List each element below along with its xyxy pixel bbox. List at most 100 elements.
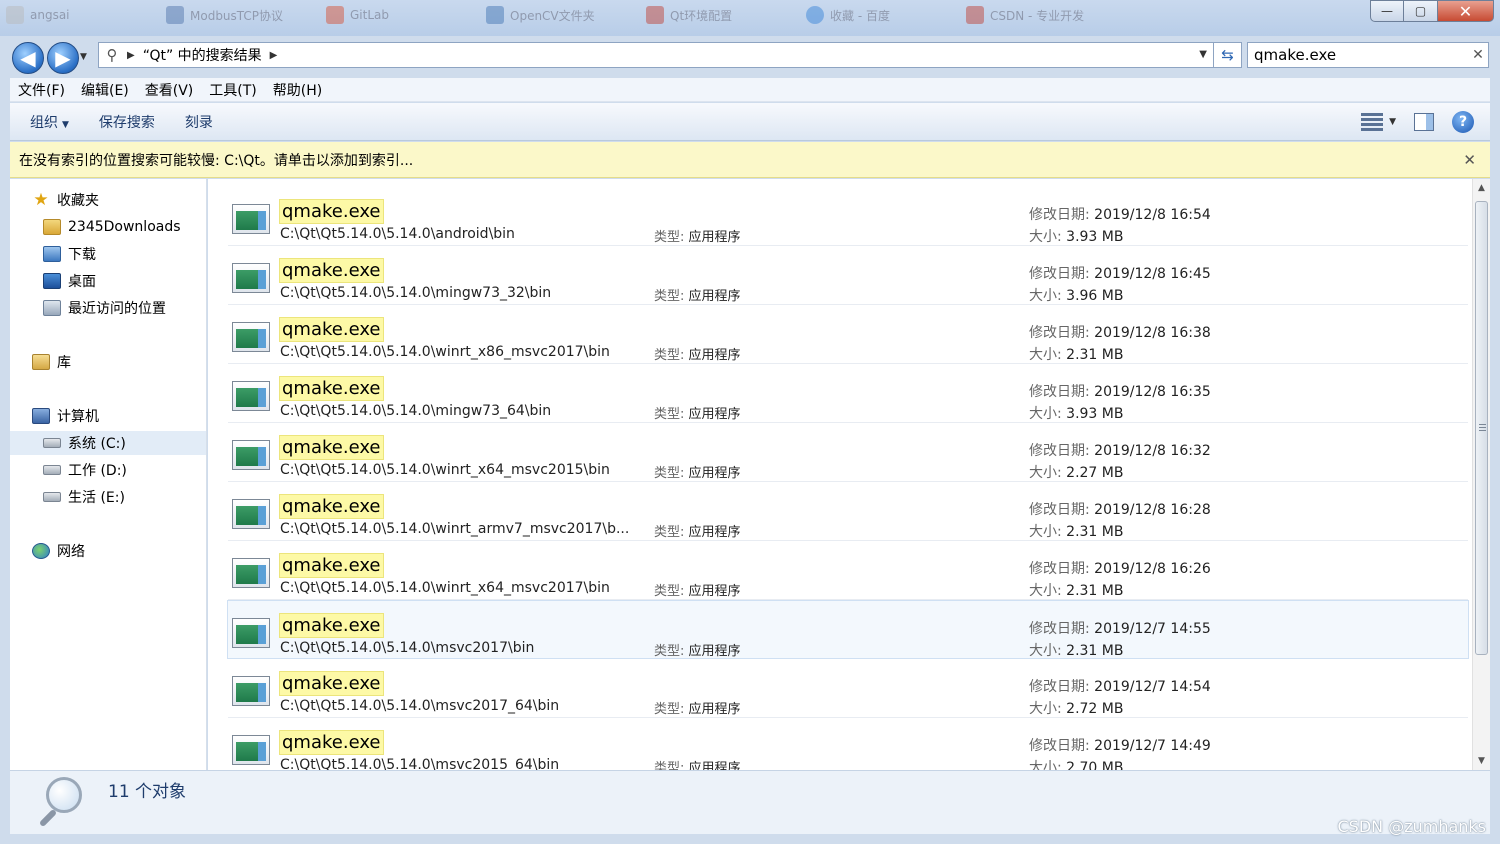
sidebar-item-network[interactable]: 网络 bbox=[10, 539, 206, 563]
background-tab[interactable]: Qt环境配置 bbox=[640, 2, 800, 28]
application-file-icon bbox=[232, 499, 270, 529]
view-options-icon[interactable] bbox=[1361, 113, 1384, 131]
forward-arrow-icon: ▶ bbox=[55, 46, 71, 70]
minimize-button[interactable]: — bbox=[1370, 0, 1404, 22]
back-button[interactable]: ◀ bbox=[12, 42, 44, 74]
file-type: 类型: 应用程序 bbox=[654, 230, 741, 245]
search-results-list: qmake.exe C:\Qt\Qt5.14.0\5.14.0\android\… bbox=[208, 179, 1472, 770]
file-size: 大小: 2.70 MB bbox=[1029, 760, 1124, 770]
sidebar-item-libraries[interactable]: 库 bbox=[10, 350, 206, 374]
file-name: qmake.exe bbox=[279, 258, 384, 283]
clear-search-icon[interactable]: ✕ bbox=[1468, 47, 1488, 63]
file-modified-date: 修改日期: 2019/12/8 16:45 bbox=[1029, 266, 1211, 282]
breadcrumb[interactable]: “Qt” 中的搜索结果 bbox=[143, 45, 262, 65]
drive-icon bbox=[43, 465, 61, 475]
file-path: C:\Qt\Qt5.14.0\5.14.0\android\bin bbox=[280, 226, 515, 242]
background-tab[interactable]: OpenCV文件夹 bbox=[480, 2, 640, 28]
list-item[interactable]: qmake.exe C:\Qt\Qt5.14.0\5.14.0\winrt_ar… bbox=[228, 482, 1468, 541]
address-history-dropdown[interactable]: ▼ bbox=[1199, 49, 1207, 60]
vertical-scrollbar[interactable]: ▲ ▼ bbox=[1472, 179, 1490, 770]
folder-icon bbox=[43, 219, 61, 235]
list-item[interactable]: qmake.exe C:\Qt\Qt5.14.0\5.14.0\winrt_x6… bbox=[228, 423, 1468, 482]
sidebar-item-drive-c[interactable]: 系统 (C:) bbox=[10, 431, 206, 455]
sidebar-item-computer[interactable]: 计算机 bbox=[10, 404, 206, 428]
sidebar-item-2345downloads[interactable]: 2345Downloads bbox=[10, 215, 206, 239]
file-name: qmake.exe bbox=[279, 435, 384, 460]
background-tab[interactable]: ModbusTCP协议 bbox=[160, 2, 320, 28]
sidebar-item-recent[interactable]: 最近访问的位置 bbox=[10, 296, 206, 320]
item-count: 11 个对象 bbox=[108, 782, 187, 802]
navigation-pane: ★ 收藏夹 2345Downloads 下载 桌面 最近访问的位置 库 计算机 系… bbox=[10, 179, 207, 770]
tab-icon bbox=[486, 6, 504, 24]
menu-tools[interactable]: 工具(T) bbox=[201, 80, 264, 100]
file-type: 类型: 应用程序 bbox=[654, 525, 741, 540]
list-item[interactable]: qmake.exe C:\Qt\Qt5.14.0\5.14.0\winrt_x8… bbox=[228, 305, 1468, 364]
tab-icon bbox=[806, 6, 824, 24]
file-type: 类型: 应用程序 bbox=[654, 348, 741, 363]
file-type: 类型: 应用程序 bbox=[654, 702, 741, 717]
file-path: C:\Qt\Qt5.14.0\5.14.0\mingw73_32\bin bbox=[280, 285, 552, 301]
view-options-dropdown[interactable]: ▼ bbox=[1389, 117, 1396, 127]
menu-file[interactable]: 文件(F) bbox=[10, 80, 73, 100]
background-tab[interactable]: angsai bbox=[0, 2, 160, 28]
application-file-icon bbox=[232, 735, 270, 765]
file-path: C:\Qt\Qt5.14.0\5.14.0\winrt_x64_msvc2015… bbox=[280, 462, 610, 478]
chevron-right-icon[interactable]: ▶ bbox=[270, 50, 278, 61]
background-tab[interactable]: CSDN - 专业开发 bbox=[960, 2, 1120, 28]
search-input-value[interactable]: qmake.exe bbox=[1254, 46, 1468, 64]
file-modified-date: 修改日期: 2019/12/8 16:28 bbox=[1029, 502, 1211, 518]
file-type: 类型: 应用程序 bbox=[654, 644, 741, 659]
list-item[interactable]: qmake.exe C:\Qt\Qt5.14.0\5.14.0\android\… bbox=[228, 187, 1468, 246]
refresh-button[interactable]: ⇆ bbox=[1214, 42, 1242, 68]
scrollbar-thumb[interactable] bbox=[1475, 201, 1488, 655]
scroll-up-arrow-icon[interactable]: ▲ bbox=[1473, 179, 1490, 197]
search-input[interactable]: qmake.exe ✕ bbox=[1247, 42, 1489, 68]
list-item[interactable]: qmake.exe C:\Qt\Qt5.14.0\5.14.0\msvc2017… bbox=[228, 659, 1468, 718]
window-frame-bottom bbox=[0, 834, 1500, 844]
file-type: 类型: 应用程序 bbox=[654, 466, 741, 481]
info-bar-text[interactable]: 在没有索引的位置搜索可能较慢: C:\Qt。请单击以添加到索引... bbox=[19, 150, 413, 170]
index-info-bar[interactable]: 在没有索引的位置搜索可能较慢: C:\Qt。请单击以添加到索引... ✕ bbox=[10, 142, 1490, 178]
save-search-button[interactable]: 保存搜索 bbox=[89, 112, 165, 132]
scroll-down-arrow-icon[interactable]: ▼ bbox=[1473, 752, 1490, 770]
chevron-right-icon[interactable]: ▶ bbox=[127, 50, 135, 61]
background-tab[interactable]: GitLab bbox=[320, 2, 480, 28]
file-size: 大小: 2.72 MB bbox=[1029, 701, 1124, 717]
sidebar-item-drive-e[interactable]: 生活 (E:) bbox=[10, 485, 206, 509]
close-info-bar-icon[interactable]: ✕ bbox=[1463, 151, 1476, 169]
taskbar-tabs: angsai ModbusTCP协议 GitLab OpenCV文件夹 Qt环境… bbox=[0, 0, 1120, 30]
menu-edit[interactable]: 编辑(E) bbox=[73, 80, 137, 100]
downloads-folder-icon bbox=[43, 246, 61, 262]
command-bar-right: ▼ ? bbox=[1361, 111, 1474, 133]
menu-help[interactable]: 帮助(H) bbox=[265, 80, 330, 100]
file-path: C:\Qt\Qt5.14.0\5.14.0\winrt_x64_msvc2017… bbox=[280, 580, 610, 596]
forward-button[interactable]: ▶ bbox=[47, 42, 79, 74]
list-item[interactable]: qmake.exe C:\Qt\Qt5.14.0\5.14.0\winrt_x6… bbox=[228, 541, 1468, 600]
list-item[interactable]: qmake.exe C:\Qt\Qt5.14.0\5.14.0\mingw73_… bbox=[228, 364, 1468, 423]
file-path: C:\Qt\Qt5.14.0\5.14.0\msvc2015_64\bin bbox=[280, 757, 560, 770]
background-tab[interactable]: 收藏 - 百度 bbox=[800, 2, 960, 28]
burn-button[interactable]: 刻录 bbox=[175, 112, 223, 132]
menu-view[interactable]: 查看(V) bbox=[137, 80, 202, 100]
organize-button[interactable]: 组织 ▼ bbox=[20, 112, 79, 132]
list-item[interactable]: qmake.exe C:\Qt\Qt5.14.0\5.14.0\msvc2015… bbox=[228, 718, 1468, 770]
file-size: 大小: 2.31 MB bbox=[1029, 643, 1124, 659]
help-icon[interactable]: ? bbox=[1452, 111, 1474, 133]
sidebar-item-downloads[interactable]: 下载 bbox=[10, 242, 206, 266]
sidebar-item-desktop[interactable]: 桌面 bbox=[10, 269, 206, 293]
tab-icon bbox=[326, 6, 344, 24]
close-button[interactable]: ✕ bbox=[1438, 0, 1494, 22]
address-bar[interactable]: ⚲ ▶ “Qt” 中的搜索结果 ▶ ▼ bbox=[98, 42, 1214, 68]
list-item-hovered[interactable]: qmake.exe C:\Qt\Qt5.14.0\5.14.0\msvc2017… bbox=[227, 600, 1469, 659]
file-type: 类型: 应用程序 bbox=[654, 584, 741, 599]
file-path: C:\Qt\Qt5.14.0\5.14.0\winrt_x86_msvc2017… bbox=[280, 344, 610, 360]
file-modified-date: 修改日期: 2019/12/8 16:26 bbox=[1029, 561, 1211, 577]
maximize-button[interactable]: ▢ bbox=[1404, 0, 1438, 22]
file-name: qmake.exe bbox=[279, 730, 384, 755]
navigation-row: ◀ ▶ ▼ ⚲ ▶ “Qt” 中的搜索结果 ▶ ▼ ⇆ qmake.exe ✕ bbox=[0, 36, 1500, 76]
preview-pane-icon[interactable] bbox=[1414, 113, 1434, 131]
list-item[interactable]: qmake.exe C:\Qt\Qt5.14.0\5.14.0\mingw73_… bbox=[228, 246, 1468, 305]
recent-pages-dropdown[interactable]: ▼ bbox=[80, 52, 87, 62]
sidebar-item-favorites[interactable]: ★ 收藏夹 bbox=[10, 188, 206, 212]
sidebar-item-drive-d[interactable]: 工作 (D:) bbox=[10, 458, 206, 482]
